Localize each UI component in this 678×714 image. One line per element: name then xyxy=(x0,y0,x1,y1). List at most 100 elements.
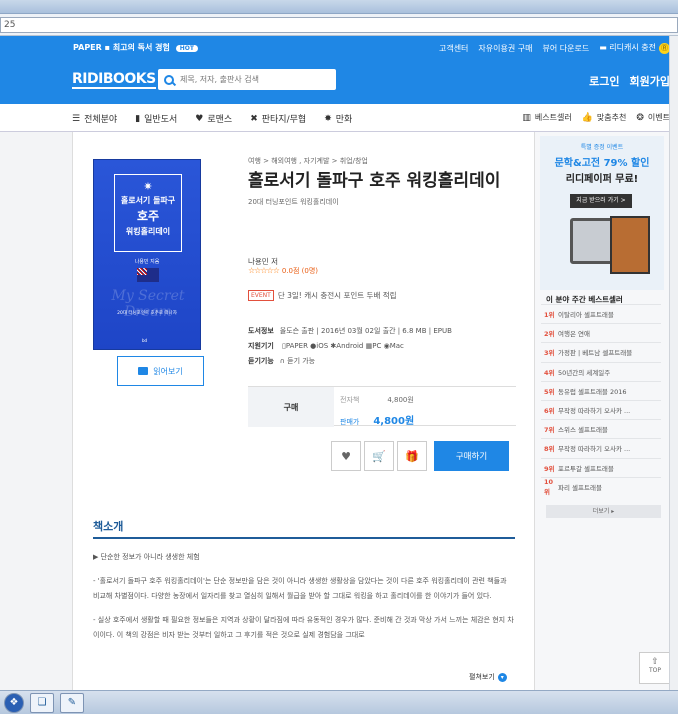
buy-button[interactable]: 구매하기 xyxy=(434,441,509,471)
app-icon: ❏ xyxy=(37,697,47,708)
price-box: 구매 전자책 4,800원 판매가 4,800원 xyxy=(248,386,516,427)
intro-paragraph: ▶ 단순한 정보가 아니라 생생한 체험 xyxy=(93,553,200,561)
list-item[interactable]: 10위 파리 셀프트래블 xyxy=(541,476,661,496)
sale-price: 4,800원 xyxy=(373,416,415,427)
scroll-top-button[interactable]: ⇧ TOP xyxy=(639,652,671,684)
paper-promo[interactable]: PAPER ▪ 최고의 독서 경험 HOT xyxy=(73,42,198,53)
intro-divider xyxy=(93,537,515,539)
menu-icon: ☰ xyxy=(72,113,81,124)
rank: 9위 xyxy=(544,464,555,473)
gift-button[interactable]: 🎁 xyxy=(397,441,427,471)
nav-fantasy-label: 판타지/무협 xyxy=(261,115,307,125)
meta-listen-value: 듣기 가능 xyxy=(287,357,316,365)
cover-subtitle: 20대 터닝포인트 호주로 떠나자 xyxy=(117,311,177,316)
sale-price-row: 판매가 4,800원 xyxy=(340,412,414,427)
top-link-viewer[interactable]: 뷰어 다운로드 xyxy=(542,43,589,54)
cart-icon: 🛒 xyxy=(372,449,386,463)
hot-badge: HOT xyxy=(175,45,198,52)
preview-button[interactable]: 읽어보기 xyxy=(117,356,204,386)
breadcrumb[interactable]: 여행 > 해외여행 , 자기계발 > 취업/창업 xyxy=(248,156,528,166)
nav-recommend[interactable]: 👍 맞춤추천 xyxy=(582,112,627,123)
list-item[interactable]: 4위 50년간의 세계일주 xyxy=(541,361,661,381)
chart-icon: ▥ xyxy=(522,112,531,123)
rank: 5위 xyxy=(544,387,555,396)
ebook-price-label: 전자책 xyxy=(340,396,360,404)
nav-all-label: 전체분야 xyxy=(84,115,118,125)
nav-right: ▥ 베스트셀러 👍 맞춤추천 ❂ 이벤트 xyxy=(522,112,670,123)
search-icon xyxy=(164,74,174,85)
signup-link[interactable]: 회원가입 xyxy=(630,73,670,89)
windows-start-icon: ❖ xyxy=(9,697,19,708)
list-item[interactable]: 2위 여행은 연애 xyxy=(541,323,661,342)
top-link-pass[interactable]: 자유이용권 구매 xyxy=(478,43,532,54)
cover-title-1: 홀로서기 돌파구 xyxy=(120,196,176,205)
cover-title-3: 워킹홀리데이 xyxy=(125,227,171,236)
rank: 10위 xyxy=(544,477,554,496)
cart-button[interactable]: 🛒 xyxy=(364,441,394,471)
open-book-icon xyxy=(138,367,149,375)
nav-comics[interactable]: ✸ 만화 xyxy=(324,112,352,126)
nav-all[interactable]: ☰ 전체분야 xyxy=(72,112,118,126)
intro-text: ▶ 단순한 정보가 아니라 생생한 체험 - '홀로서기 돌파구 호주 워킹홀리… xyxy=(93,550,515,652)
list-item[interactable]: 8위 무작정 따라하기 오사카 ... xyxy=(541,438,661,457)
ebook-price: 4,800원 xyxy=(387,396,414,404)
nav-fantasy[interactable]: ✖ 판타지/무협 xyxy=(250,112,307,126)
taskbar-app-1[interactable]: ❏ xyxy=(30,692,54,713)
scroll-top-label: TOP xyxy=(648,667,661,674)
list-item-title: 무작정 따라하기 오사카 ... xyxy=(558,407,631,416)
list-item-title: 가정판 | 베트남 셀프트래블 xyxy=(558,349,633,358)
nav-general[interactable]: ▮ 일반도서 xyxy=(135,112,177,126)
wishlist-button[interactable]: ♥ xyxy=(331,441,361,471)
swords-icon: ✖ xyxy=(250,113,258,124)
auth-links: 로그인 회원가입 xyxy=(589,73,670,89)
login-link[interactable]: 로그인 xyxy=(589,73,619,89)
nav-romance[interactable]: ♥ 로맨스 xyxy=(195,112,232,126)
bestseller-more-button[interactable]: 더보기 ▸ xyxy=(546,505,661,518)
list-item[interactable]: 5위 동유럽 셀프트래블 2016 xyxy=(541,380,661,400)
heart-icon: ♥ xyxy=(195,113,204,124)
rank: 3위 xyxy=(544,349,555,358)
page-scrollbar[interactable] xyxy=(669,36,678,690)
taskbar-app-2[interactable]: ✎ xyxy=(60,692,84,713)
book-title: 홀로서기 돌파구 호주 워킹홀리데이 xyxy=(248,171,501,191)
event-banner[interactable]: EVENT 단 3일! 캐시 충전시 포인트 두배 적립 xyxy=(248,290,397,301)
promo-button[interactable]: 지금 받으러 가기 > xyxy=(570,194,632,208)
list-item[interactable]: 1위 이탈리아 셀프트래블 xyxy=(541,304,661,323)
cover-title-2: 호주 xyxy=(136,209,160,223)
start-button[interactable]: ❖ xyxy=(4,692,24,713)
book-cover[interactable]: ✷ 홀로서기 돌파구 호주 워킹홀리데이 나용민 지음 My Secret Dr… xyxy=(93,159,201,350)
meta-info-value: 올도슨 출판 | 2016년 03월 02일 출간 | 6.8 MB | EPU… xyxy=(279,327,452,335)
nav-bestseller[interactable]: ▥ 베스트셀러 xyxy=(522,112,571,123)
promo-line-1: 특별 증정 이벤트 xyxy=(580,144,624,151)
rank: 6위 xyxy=(544,407,555,416)
nav-event[interactable]: ❂ 이벤트 xyxy=(636,112,670,123)
list-item-title: 포르투갈 셀프트래블 xyxy=(558,464,614,473)
list-item[interactable]: 9위 포르투갈 셀프트래블 xyxy=(541,457,661,477)
meta-listen-label: 듣기기능 xyxy=(248,357,274,365)
list-item[interactable]: 6위 무작정 따라하기 오사카 ... xyxy=(541,399,661,419)
cash-charge-label: 리디캐시 충전 xyxy=(609,43,656,52)
meta-listen-row: 듣기기능 ∩ 듣기 가능 xyxy=(248,356,452,366)
event-text: 단 3일! 캐시 충전시 포인트 두배 적립 xyxy=(277,291,397,300)
ridibooks-logo[interactable]: RIDIBOOKS xyxy=(72,71,156,89)
promo-banner[interactable]: 특별 증정 이벤트 문학&고전 79% 할인 리디페이퍼 무료! 지금 받으러 … xyxy=(540,136,664,290)
promo-line-2: 문학&고전 79% 할인 xyxy=(554,158,650,169)
address-field[interactable]: 25 xyxy=(0,17,678,33)
top-link-support[interactable]: 고객센터 xyxy=(439,43,468,54)
arrow-up-icon: ⇧ xyxy=(651,657,659,667)
price-label: 구매 xyxy=(248,387,334,427)
search-input[interactable] xyxy=(180,75,330,84)
list-item[interactable]: 7위 스위스 셀프트래블 xyxy=(541,419,661,438)
meta-info-label: 도서정보 xyxy=(248,327,274,335)
rank: 8위 xyxy=(544,445,555,454)
chevron-down-icon: ▾ xyxy=(497,672,507,682)
nav-left: ☰ 전체분야 ▮ 일반도서 ♥ 로맨스 ✖ 판타지/무협 ✸ 만화 xyxy=(72,112,352,126)
device-ios: iOS xyxy=(316,342,329,350)
cash-charge-link[interactable]: ▬ 리디캐시 충전 Ⓡ xyxy=(599,42,670,54)
rank: 2위 xyxy=(544,330,555,339)
action-buttons: ♥ 🛒 🎁 구매하기 xyxy=(331,441,509,471)
expand-intro[interactable]: 펼쳐보기 ▾ xyxy=(469,672,507,682)
event-tag: EVENT xyxy=(248,290,274,301)
intro-paragraph: - 실상 호주에서 생활할 때 필요한 정보들은 지역과 상황이 달라짐에 따라… xyxy=(93,616,514,639)
list-item[interactable]: 3위 가정판 | 베트남 셀프트래블 xyxy=(541,342,661,361)
